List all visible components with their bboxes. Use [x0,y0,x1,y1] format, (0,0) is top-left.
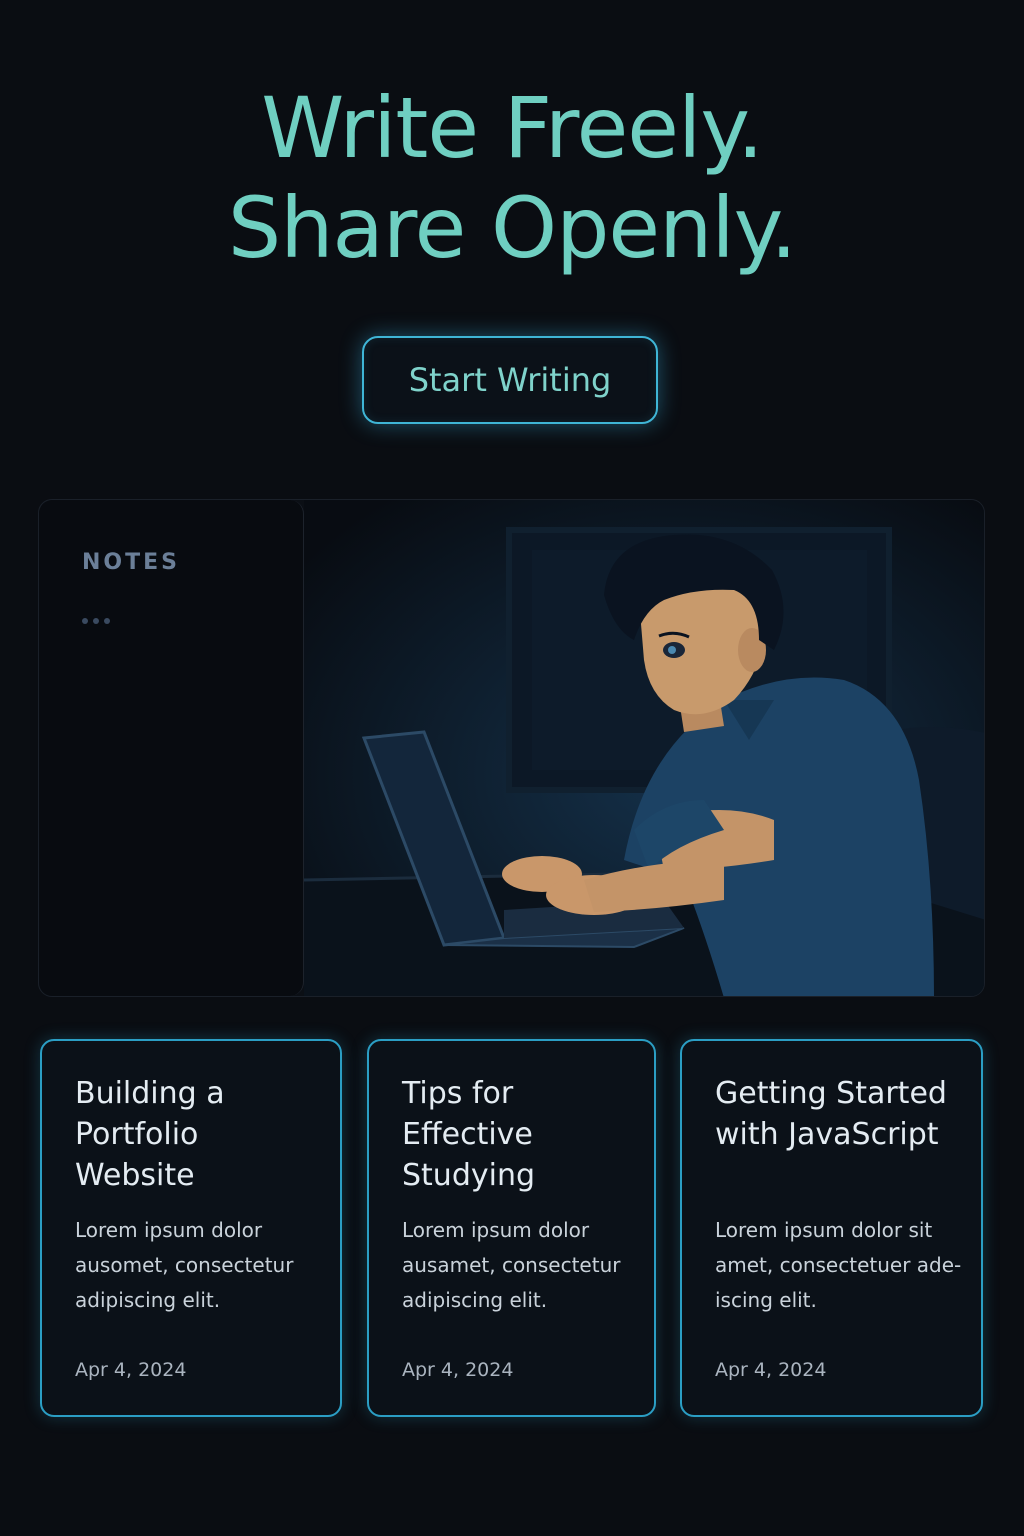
post-date: Apr 4, 2024 [715,1359,827,1381]
post-title[interactable]: Building a Portfolio Website [75,1073,320,1196]
post-card-2[interactable]: Tips for Effective Studying Lorem ipsum … [367,1039,656,1417]
post-excerpt: Lorem ipsum dolor ausomet, consectetur a… [75,1218,294,1312]
hero-title-line-1: Write Freely. [261,79,764,177]
post-title[interactable]: Getting Started with JavaScript [715,1073,961,1155]
hero-title-line-2: Share Openly. [227,179,797,277]
person-typing-on-laptop-illustration [304,500,984,996]
notes-sidebar: NOTES [39,500,304,996]
hero-title: Write Freely. Share Openly. [0,78,1024,278]
post-date: Apr 4, 2024 [75,1359,187,1381]
notes-heading: NOTES [82,550,180,575]
post-excerpt: Lorem ipsum dolor ausamet, consectetur a… [402,1218,621,1312]
editor-preview: NOTES [38,499,985,997]
post-title[interactable]: Tips for Effective Studying [402,1073,634,1196]
post-card-3[interactable]: Getting Started with JavaScript Lorem ip… [680,1039,983,1417]
start-writing-button[interactable]: Start Writing [362,336,658,424]
post-excerpt: Lorem ipsum dolor sit amet, consectetuer… [715,1218,962,1312]
post-card-1[interactable]: Building a Portfolio Website Lorem ipsum… [40,1039,342,1417]
more-dots-icon[interactable] [82,618,110,624]
post-date: Apr 4, 2024 [402,1359,514,1381]
